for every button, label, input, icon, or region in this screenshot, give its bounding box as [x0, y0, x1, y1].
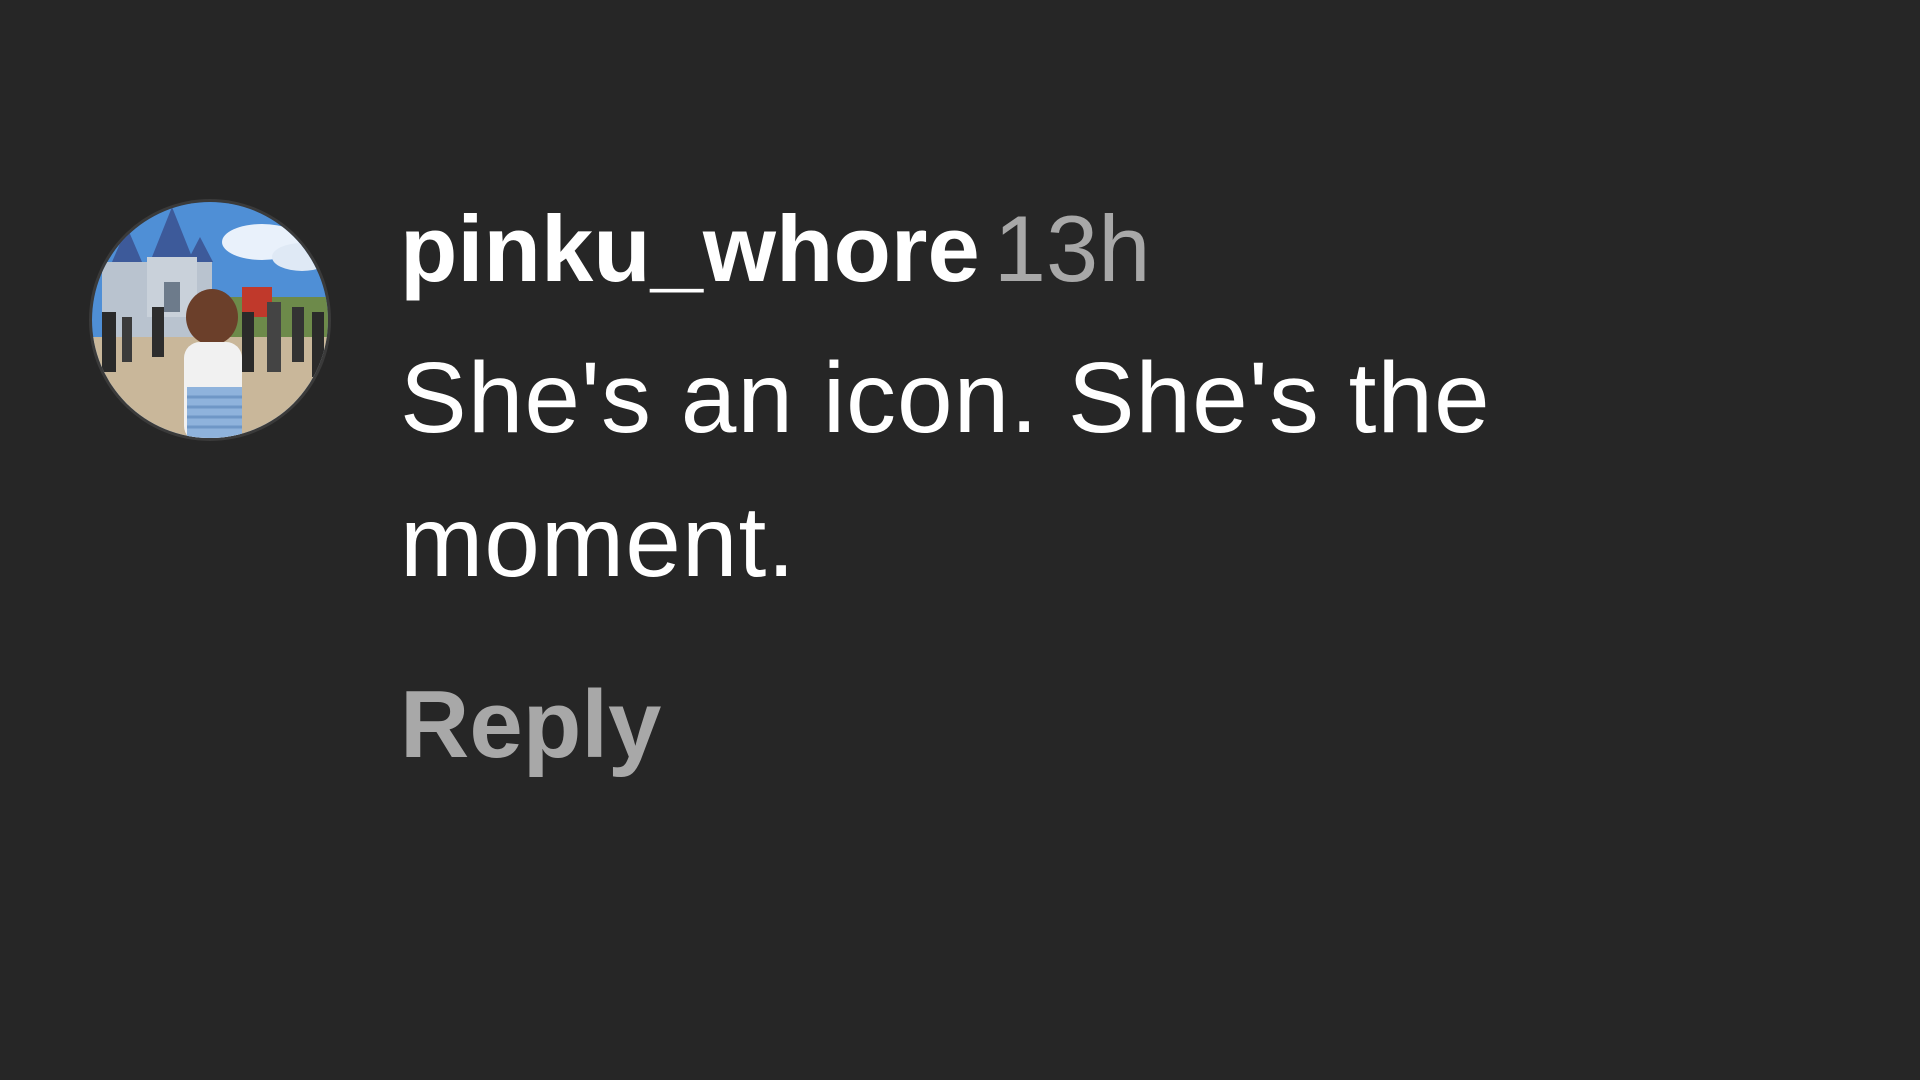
timestamp: 13h [993, 196, 1151, 301]
username[interactable]: pinku_whore [400, 196, 980, 301]
comment-header: pinku_whore 13h [400, 190, 1800, 308]
profile-photo-icon [92, 202, 328, 438]
comment-body: pinku_whore 13h She's an icon. She's the … [400, 190, 1800, 780]
comment-text: She's an icon. She's the moment. [400, 342, 1491, 598]
avatar[interactable] [92, 202, 328, 438]
comment-item: pinku_whore 13h She's an icon. She's the … [0, 0, 1920, 1080]
reply-button[interactable]: Reply [400, 670, 661, 780]
